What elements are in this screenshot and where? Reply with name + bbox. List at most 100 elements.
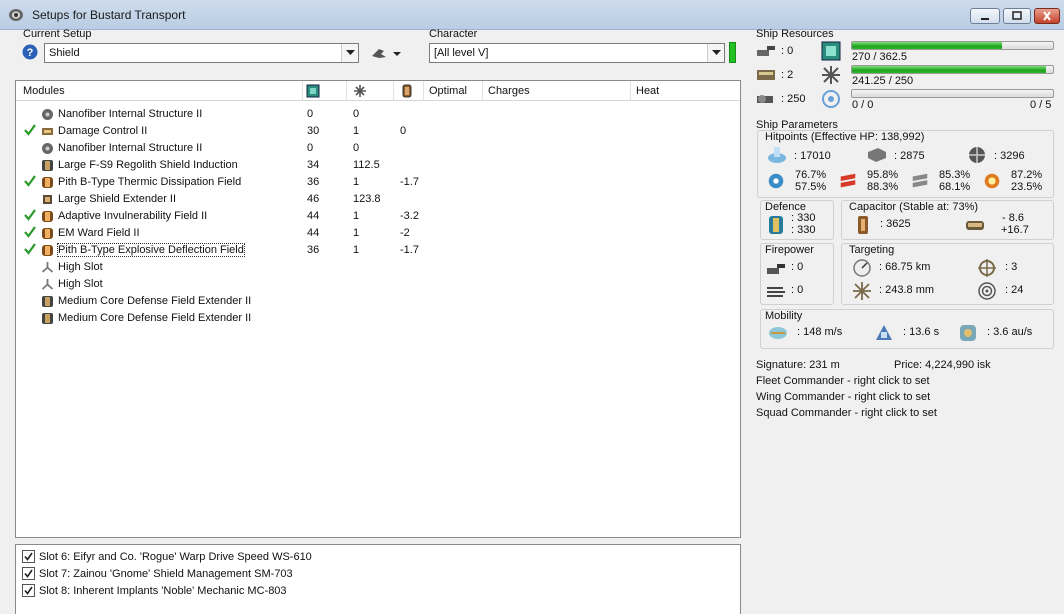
warp-speed-icon bbox=[960, 325, 976, 341]
warp-speed-value: : 3.6 au/s bbox=[987, 326, 1033, 338]
shield-hardener-icon bbox=[41, 244, 54, 257]
col-heat[interactable]: Heat bbox=[636, 85, 659, 97]
active-check-icon[interactable] bbox=[24, 243, 36, 258]
missile-dps-value: : 0 bbox=[791, 284, 804, 296]
module-cpu: 36 bbox=[307, 244, 320, 256]
implant-checkbox[interactable] bbox=[22, 584, 35, 597]
module-name: Damage Control II bbox=[58, 125, 148, 137]
capacitor-capacity: : 3625 bbox=[880, 218, 911, 230]
window-title: Setups for Bustard Transport bbox=[32, 8, 186, 22]
shield-hardener-icon bbox=[41, 210, 54, 223]
powergrid-value: 241.25 / 250 bbox=[852, 75, 914, 87]
powergrid-icon[interactable] bbox=[353, 84, 367, 98]
module-name: High Slot bbox=[58, 278, 103, 290]
implant-checkbox[interactable] bbox=[22, 550, 35, 563]
active-check-icon[interactable] bbox=[24, 175, 36, 190]
turret-dps-icon bbox=[767, 264, 785, 274]
cpu-bar bbox=[851, 41, 1054, 50]
module-row[interactable]: Pith B-Type Thermic Dissipation Field 36 1… bbox=[16, 174, 736, 191]
module-row[interactable]: Large Shield Extender II 46 123.8 bbox=[16, 191, 736, 208]
calibration-bar bbox=[851, 89, 1054, 98]
implant-label: Slot 6: Eifyr and Co. 'Rogue' Warp Drive… bbox=[39, 551, 312, 563]
implant-row: Slot 7: Zainou 'Gnome' Shield Management… bbox=[22, 566, 622, 583]
align-time-value: : 13.6 s bbox=[903, 326, 940, 338]
module-name: Adaptive Invulnerability Field II bbox=[58, 210, 208, 222]
ship-menu-button[interactable] bbox=[369, 44, 403, 62]
implant-checkbox[interactable] bbox=[22, 567, 35, 580]
module-powergrid: 0 bbox=[353, 142, 360, 154]
cpu-icon bbox=[821, 41, 841, 61]
app-icon bbox=[9, 9, 23, 21]
setup-dropdown[interactable]: Shield bbox=[44, 43, 359, 63]
defence-value-2: : 330 bbox=[791, 224, 816, 236]
powergrid-bar bbox=[851, 65, 1054, 74]
firepower-label: Firepower bbox=[765, 244, 814, 256]
chevron-down-icon bbox=[707, 44, 724, 62]
module-row[interactable]: High Slot bbox=[16, 276, 736, 293]
character-dropdown[interactable]: [All level V] bbox=[429, 43, 725, 63]
module-row[interactable]: Damage Control II 30 1 0 bbox=[16, 123, 736, 140]
module-cpu: 46 bbox=[307, 193, 320, 205]
help-icon[interactable]: ? bbox=[22, 44, 38, 60]
module-row[interactable]: Nanofiber Internal Structure II 0 0 bbox=[16, 140, 736, 157]
close-button[interactable] bbox=[1034, 8, 1060, 24]
module-row[interactable]: Adaptive Invulnerability Field II 44 1 -3.2 bbox=[16, 208, 736, 225]
turret-dps-value: : 0 bbox=[791, 261, 804, 273]
capacitor-delta-2: +16.7 bbox=[1001, 224, 1029, 236]
capacitor-icon[interactable] bbox=[400, 84, 414, 98]
module-name: Nanofiber Internal Structure II bbox=[58, 108, 203, 120]
module-capacitor: -1.7 bbox=[400, 176, 419, 188]
active-check-icon[interactable] bbox=[24, 226, 36, 241]
fleet-commander-slot[interactable]: Fleet Commander - right click to set bbox=[756, 375, 930, 387]
calibration-icon bbox=[822, 90, 840, 108]
col-charges[interactable]: Charges bbox=[488, 85, 530, 97]
module-powergrid: 1 bbox=[353, 210, 360, 222]
em-resist-armor: 57.5% bbox=[795, 181, 827, 193]
scan-resolution-icon bbox=[853, 282, 871, 300]
armor-hp-icon bbox=[868, 148, 886, 162]
targeting-label: Targeting bbox=[849, 244, 895, 256]
module-name: Medium Core Defense Field Extender II bbox=[58, 295, 252, 307]
rig-icon bbox=[41, 312, 54, 325]
module-powergrid: 1 bbox=[353, 244, 360, 256]
shield-extender-icon bbox=[41, 193, 54, 206]
thermal-resist-icon bbox=[840, 173, 856, 188]
module-row[interactable]: Nanofiber Internal Structure II 0 0 bbox=[16, 106, 736, 123]
turret-hardpoint-icon bbox=[757, 46, 775, 56]
module-name: Nanofiber Internal Structure II bbox=[58, 142, 203, 154]
module-row[interactable]: High Slot bbox=[16, 259, 736, 276]
chevron-down-icon bbox=[341, 44, 358, 62]
scan-resolution-value: : 243.8 mm bbox=[879, 284, 935, 296]
module-powergrid: 1 bbox=[353, 176, 360, 188]
active-check-icon[interactable] bbox=[24, 124, 36, 139]
col-optimal[interactable]: Optimal bbox=[429, 85, 467, 97]
character-status-indicator bbox=[729, 42, 736, 63]
calibration-value: 0 / 0 bbox=[852, 99, 874, 111]
hitpoints-group: Hitpoints (Effective HP: 138,992) : 1701… bbox=[757, 130, 1054, 198]
module-capacitor: 0 bbox=[400, 125, 407, 137]
active-check-icon[interactable] bbox=[24, 209, 36, 224]
structure-icon bbox=[41, 142, 54, 155]
module-row[interactable]: Pith B-Type Explosive Deflection Field 36… bbox=[16, 242, 736, 259]
minimize-button[interactable] bbox=[970, 8, 1000, 24]
cpu-value: 270 / 362.5 bbox=[852, 51, 908, 63]
signature-text: Signature: 231 m bbox=[756, 359, 840, 371]
minimize-icon bbox=[981, 18, 989, 20]
module-row[interactable]: EM Ward Field II 44 1 -2 bbox=[16, 225, 736, 242]
svg-text:?: ? bbox=[27, 47, 34, 59]
maximize-button[interactable] bbox=[1003, 8, 1031, 24]
drone-bay: : 250 bbox=[781, 93, 806, 105]
module-name: Medium Core Defense Field Extender II bbox=[58, 312, 252, 324]
cpu-icon[interactable] bbox=[306, 84, 320, 98]
module-row[interactable]: Medium Core Defense Field Extender II bbox=[16, 310, 736, 327]
module-row[interactable]: Medium Core Defense Field Extender II bbox=[16, 293, 736, 310]
module-powergrid: 1 bbox=[353, 125, 360, 137]
high-slot-icon bbox=[41, 261, 54, 274]
wing-commander-slot[interactable]: Wing Commander - right click to set bbox=[756, 391, 930, 403]
squad-commander-slot[interactable]: Squad Commander - right click to set bbox=[756, 407, 937, 419]
module-name: Pith B-Type Thermic Dissipation Field bbox=[58, 176, 242, 188]
col-modules[interactable]: Modules bbox=[23, 85, 65, 97]
kinetic-resist-shield: 85.3% bbox=[939, 169, 971, 181]
module-row[interactable]: Large F-S9 Regolith Shield Induction 34 11… bbox=[16, 157, 736, 174]
character-value: [All level V] bbox=[434, 47, 489, 59]
